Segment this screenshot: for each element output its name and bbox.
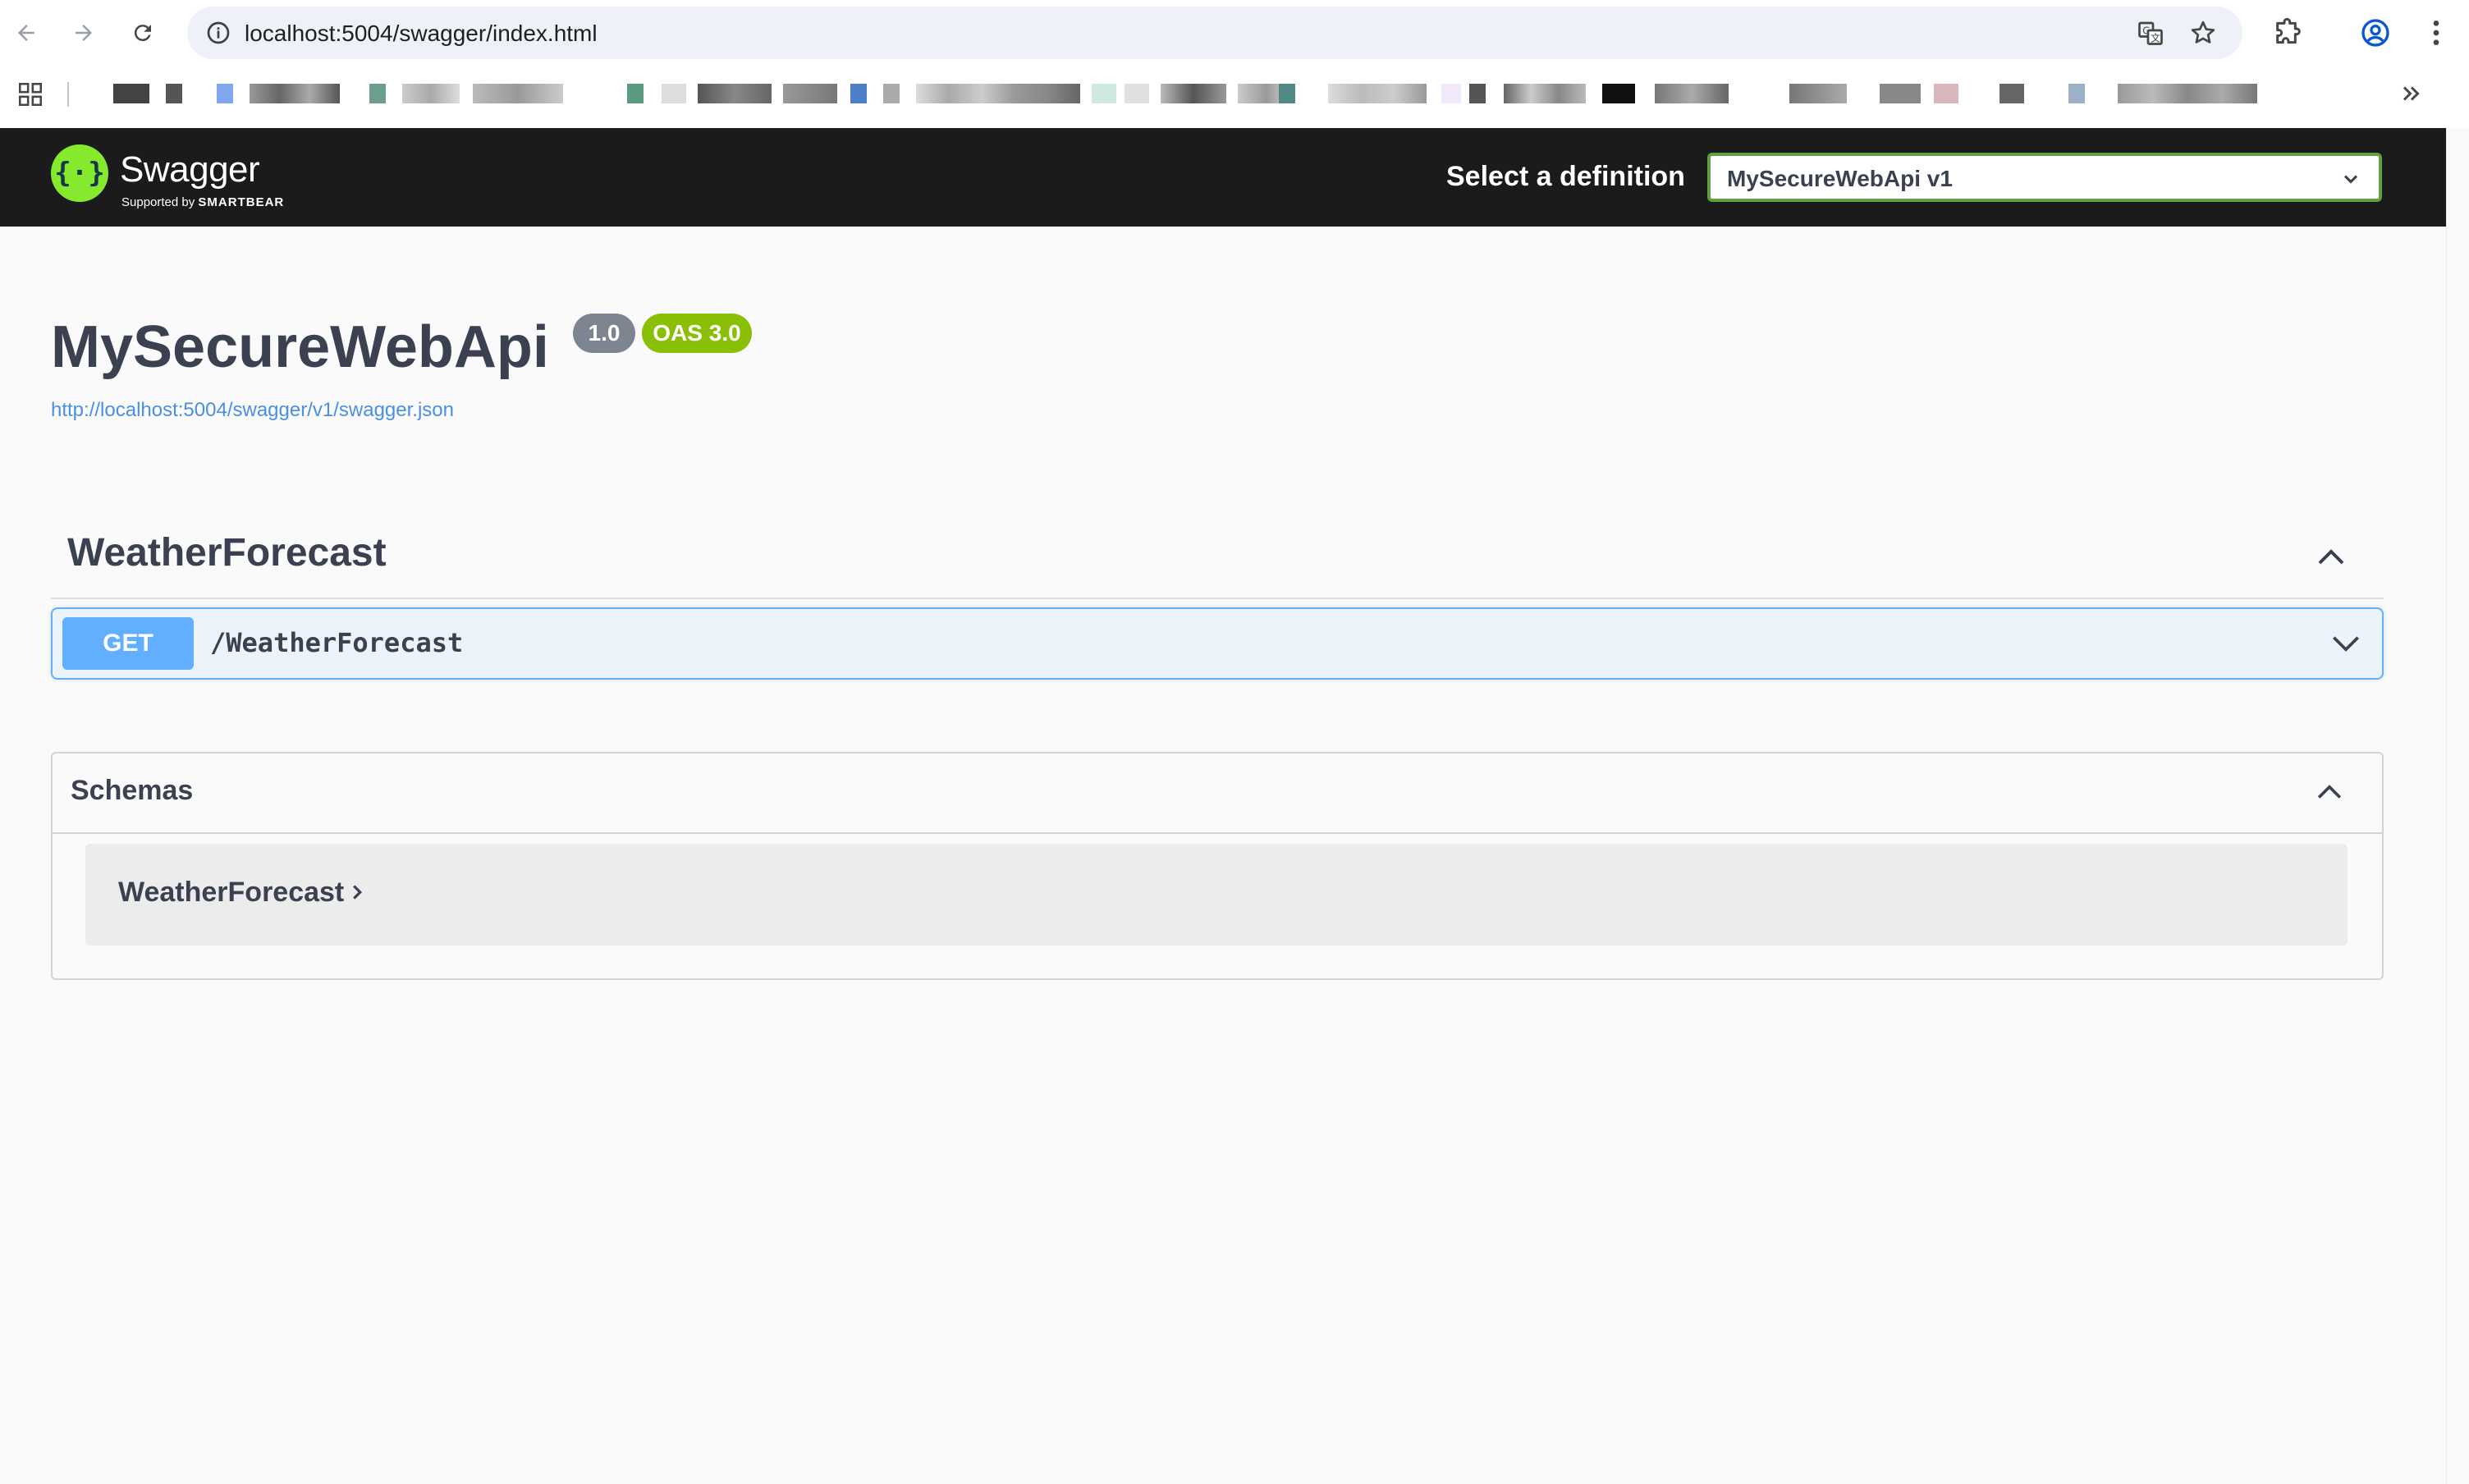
swagger-topbar: {·} Swagger Supported by SMARTBEAR Selec… [0, 128, 2446, 227]
definition-select[interactable]: MySecureWebApi v1 [1707, 153, 2382, 202]
bookmark-star-icon[interactable] [2188, 18, 2218, 48]
apps-grid-icon[interactable] [16, 80, 44, 108]
address-bar[interactable]: localhost:5004/swagger/index.html G文 [187, 7, 2242, 59]
swagger-logo-text: Swagger [120, 149, 260, 190]
extensions-icon[interactable] [2272, 16, 2305, 49]
schemas-header[interactable]: Schemas [53, 753, 2382, 834]
tag-name[interactable]: WeatherForecast [67, 530, 387, 575]
oas-badge: OAS 3.0 [642, 314, 752, 353]
bookmarks-bar [0, 71, 2469, 115]
schema-model-name[interactable]: WeatherForecast [118, 877, 344, 909]
profile-icon[interactable] [2359, 16, 2392, 49]
bookmarks-separator [67, 82, 69, 107]
logo-sub-prefix: Supported by [121, 195, 195, 209]
schemas-section: Schemas WeatherForecast [51, 752, 2384, 980]
translate-icon[interactable]: G文 [2136, 18, 2165, 48]
operation-path[interactable]: /WeatherForecast [210, 627, 463, 658]
definition-label: Select a definition [1446, 161, 1685, 192]
reload-icon[interactable] [125, 15, 161, 51]
chevron-right-icon[interactable] [345, 880, 369, 905]
spec-url-link[interactable]: http://localhost:5004/swagger/v1/swagger… [51, 399, 454, 422]
chevron-up-icon[interactable] [2311, 775, 2348, 811]
url-text[interactable]: localhost:5004/swagger/index.html [245, 21, 598, 47]
page-title: MySecureWebApi [51, 314, 549, 380]
blurred-bookmarks[interactable] [107, 84, 2274, 103]
definition-selected-value[interactable]: MySecureWebApi v1 [1727, 166, 1953, 192]
schema-model-row[interactable]: WeatherForecast [85, 844, 2348, 946]
forward-icon[interactable] [66, 15, 102, 51]
page-scrollbar[interactable] [2446, 128, 2469, 1484]
tag-section-header[interactable]: WeatherForecast [51, 517, 2384, 599]
schemas-title[interactable]: Schemas [71, 775, 193, 807]
chevron-up-icon[interactable] [2311, 538, 2351, 578]
operation-get-weatherforecast[interactable]: GET /WeatherForecast [51, 607, 2384, 680]
site-info-icon[interactable] [205, 20, 231, 46]
menu-kebab-icon[interactable] [2420, 16, 2453, 49]
more-bookmarks-icon[interactable] [2397, 79, 2426, 108]
svg-text:文: 文 [2151, 32, 2160, 44]
browser-chrome: localhost:5004/swagger/index.html G文 [0, 0, 2469, 128]
back-icon[interactable] [8, 15, 44, 51]
logo-sub-brand: SMARTBEAR [198, 195, 285, 209]
swagger-logo-subtitle: Supported by SMARTBEAR [121, 195, 284, 209]
svg-text:{·}: {·} [54, 157, 104, 190]
chevron-down-icon[interactable] [2328, 625, 2364, 662]
chevron-down-icon[interactable] [2339, 167, 2362, 190]
swagger-logo-icon[interactable]: {·} [51, 144, 108, 202]
version-badge: 1.0 [573, 314, 635, 353]
http-method-badge[interactable]: GET [62, 617, 194, 670]
